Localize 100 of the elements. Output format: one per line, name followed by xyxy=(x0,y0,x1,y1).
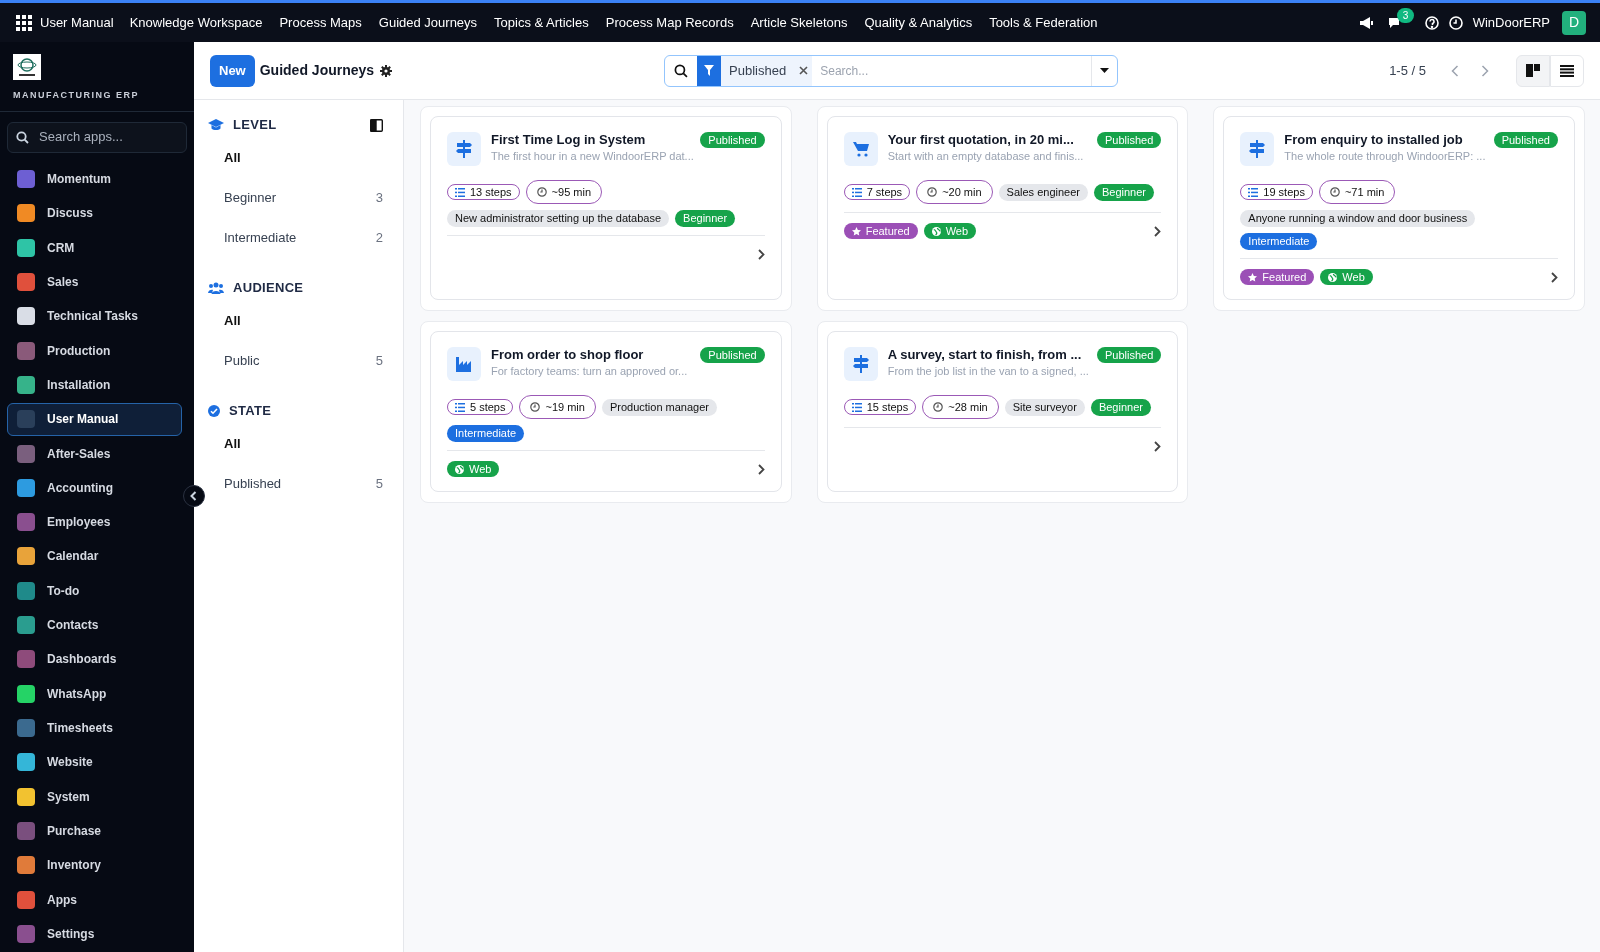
sidebar-item[interactable]: Timesheets xyxy=(7,711,182,745)
open-chevron-icon[interactable] xyxy=(1154,225,1162,237)
check-circle-icon xyxy=(208,405,220,417)
audience-tag: Production manager xyxy=(601,398,717,416)
filter-item[interactable]: All xyxy=(208,424,389,464)
open-chevron-icon[interactable] xyxy=(1154,440,1162,452)
section-title: AUDIENCE xyxy=(233,279,304,298)
journey-card[interactable]: From enquiry to installed job The whole route through WindoorERP: ... Published 19 steps ~71 min Anyone running a window and door business Intermediate Featured Web xyxy=(1223,116,1575,300)
open-chevron-icon[interactable] xyxy=(757,463,765,475)
filter-facet[interactable]: Published xyxy=(697,55,813,86)
menu-item[interactable]: Process Maps xyxy=(279,12,362,33)
card-title: A survey, start to finish, from ... xyxy=(887,346,1083,364)
sidebar-item[interactable]: User Manual xyxy=(7,402,182,436)
journey-card[interactable]: First Time Log in System The first hour in a new WindoorERP dat... Published 13 steps ~95 min New administrator setting up the database Beginner xyxy=(430,116,782,300)
filter-item[interactable]: All xyxy=(208,301,389,341)
sidebar-item[interactable]: To-do xyxy=(7,574,182,608)
company-name[interactable]: WinDoorERP xyxy=(1472,12,1550,33)
facet-value: Published xyxy=(728,61,788,80)
settings-icon[interactable] xyxy=(380,64,393,77)
filter-item[interactable]: Public 5 xyxy=(208,341,389,381)
menu-item[interactable]: Knowledge Workspace xyxy=(129,12,263,33)
star-icon xyxy=(851,226,861,236)
menu-item[interactable]: Process Map Records xyxy=(605,12,734,33)
card-title: First Time Log in System xyxy=(491,131,647,149)
open-chevron-icon[interactable] xyxy=(757,248,765,260)
sidebar-item[interactable]: System xyxy=(7,780,182,813)
list-icon xyxy=(455,402,465,412)
filter-label: Public xyxy=(224,352,261,371)
menu-item[interactable]: Article Skeletons xyxy=(750,12,848,33)
sidebar-item[interactable]: After-Sales xyxy=(7,437,182,470)
list-view-button[interactable] xyxy=(1550,54,1584,87)
menu-item[interactable]: Quality & Analytics xyxy=(864,12,973,33)
status-badge: Published xyxy=(700,132,765,148)
journey-card[interactable]: Your first quotation, in 20 mi... Start with an empty database and finis... Published 7 steps ~20 min Sales engineer Beginner Featured Web xyxy=(826,116,1179,300)
sidebar-item[interactable]: WhatsApp xyxy=(7,677,182,711)
signpost-icon xyxy=(447,132,481,166)
search-input[interactable]: Search apps... xyxy=(39,127,169,147)
app-title[interactable]: User Manual xyxy=(40,12,114,33)
sidebar-item[interactable]: Sales xyxy=(7,265,182,299)
audience-tag: Site surveyor xyxy=(1004,398,1085,416)
filter-item[interactable]: Published 5 xyxy=(208,464,389,504)
sidebar-item[interactable]: Employees xyxy=(7,505,182,539)
kanban-view-button[interactable] xyxy=(1516,54,1550,87)
factory-icon xyxy=(447,347,481,381)
level-tag: Beginner xyxy=(675,210,736,227)
card-title: From order to shop floor xyxy=(491,346,645,364)
search-bar[interactable]: Published Search... xyxy=(664,54,1119,87)
list-icon xyxy=(851,402,862,412)
sidebar-item[interactable]: Calendar xyxy=(7,540,182,573)
sidebar-item[interactable]: Momentum xyxy=(7,162,182,196)
search-input[interactable]: Search... xyxy=(812,55,1092,86)
filter-item[interactable]: Intermediate 2 xyxy=(208,218,389,258)
list-icon xyxy=(851,187,862,197)
clock-icon[interactable] xyxy=(1448,15,1463,30)
sidebar-item[interactable]: Contacts xyxy=(7,608,182,642)
filter-label: Intermediate xyxy=(224,229,298,248)
new-button[interactable]: New xyxy=(210,54,255,87)
star-icon xyxy=(1248,272,1258,282)
menu-item[interactable]: Tools & Federation xyxy=(989,12,1098,33)
help-icon[interactable] xyxy=(1424,15,1439,30)
app-search-field[interactable]: Search apps... xyxy=(7,121,187,153)
signpost-icon xyxy=(1240,132,1275,166)
clock-icon xyxy=(536,187,547,197)
open-chevron-icon[interactable] xyxy=(1551,271,1558,283)
sidebar-item[interactable]: Apps xyxy=(7,883,182,916)
filter-item[interactable]: Beginner 3 xyxy=(208,178,389,218)
menu-item[interactable]: Guided Journeys xyxy=(378,12,478,33)
people-icon xyxy=(208,282,224,294)
filter-item[interactable]: All xyxy=(208,138,389,178)
menu-item[interactable]: Topics & Articles xyxy=(494,12,589,33)
sidebar-item[interactable]: Technical Tasks xyxy=(7,299,182,333)
sidebar-item[interactable]: Inventory xyxy=(7,848,182,882)
sidebar-item[interactable]: Dashboards xyxy=(7,643,182,676)
signpost-icon xyxy=(843,347,878,381)
list-icon xyxy=(1560,64,1574,77)
globe-icon xyxy=(931,226,941,236)
journey-card[interactable]: From order to shop floor For factory teams: turn an approved or... Published 5 steps ~19 min Production manager Intermediate Web xyxy=(430,331,782,492)
audience-tag: Sales engineer xyxy=(998,183,1088,201)
sidebar-item[interactable]: Discuss xyxy=(7,197,182,230)
card-subtitle: The first hour in a new WindoorERP dat... xyxy=(491,149,691,164)
sidebar-item[interactable]: Installation xyxy=(7,368,182,402)
globe-icon xyxy=(455,464,464,474)
sidebar-item[interactable]: Settings xyxy=(7,917,182,951)
journey-card[interactable]: A survey, start to finish, from ... From the job list in the van to a signed, ... Published 15 steps ~28 min Site surveyor Beginner xyxy=(826,331,1179,492)
company-logo xyxy=(13,54,41,80)
globe-icon xyxy=(1328,272,1338,282)
app-menu-icon[interactable] xyxy=(16,14,32,31)
panel-toggle-icon[interactable] xyxy=(370,118,383,132)
card-title: From enquiry to installed job xyxy=(1284,131,1464,149)
sidebar-item[interactable]: CRM xyxy=(7,231,182,264)
sidebar-item[interactable]: Website xyxy=(7,746,182,779)
level-tag: Beginner xyxy=(1090,398,1151,416)
message-count-badge: 3 xyxy=(1396,7,1415,23)
megaphone-icon[interactable] xyxy=(1358,15,1374,30)
section-title: LEVEL xyxy=(233,116,277,135)
collapse-sidebar-button[interactable] xyxy=(183,485,205,507)
sidebar-item[interactable]: Accounting xyxy=(7,471,182,505)
sidebar-item[interactable]: Production xyxy=(7,334,182,367)
clock-icon xyxy=(1329,187,1340,197)
sidebar-item[interactable]: Purchase xyxy=(7,814,182,848)
